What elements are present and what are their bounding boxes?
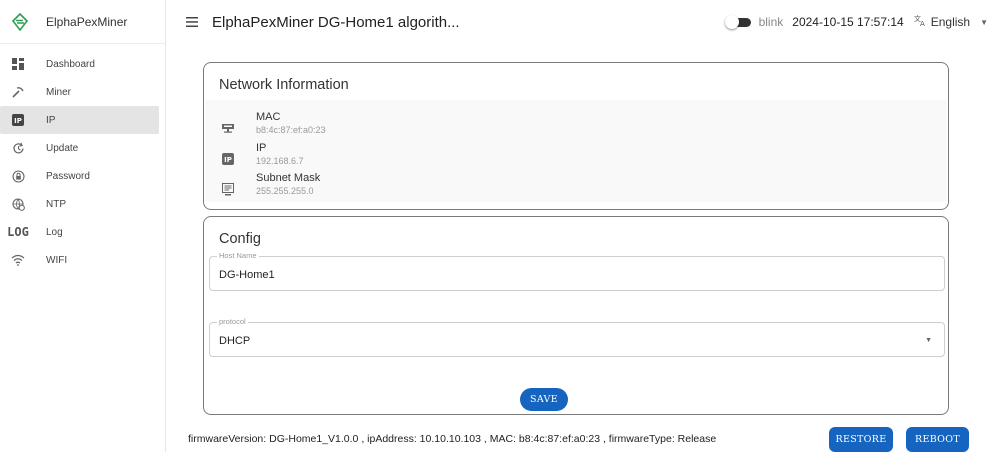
sidebar-item-log[interactable]: LOG Log (0, 218, 159, 246)
sidebar-item-ntp[interactable]: NTP (0, 190, 159, 218)
mac-value: b8:4c:87:ef:a0:23 (256, 125, 326, 135)
svg-text:IP: IP (224, 156, 232, 164)
language-label: English (930, 15, 971, 29)
chevron-down-icon: ▼ (980, 17, 988, 27)
firmware-info: firmwareVersion: DG-Home1_V1.0.0 , ipAdd… (188, 433, 717, 445)
sidebar: ElphaPexMiner Dashboard Miner IP IP Upda… (0, 0, 166, 452)
translate-icon: 文A (914, 14, 928, 30)
logo-icon (10, 12, 30, 32)
sidebar-item-password[interactable]: Password (0, 162, 159, 190)
brand-name: ElphaPexMiner (46, 14, 128, 29)
host-name-label: Host Name (217, 251, 259, 260)
log-icon: LOG (7, 225, 29, 239)
sidebar-item-label: WIFI (46, 254, 68, 266)
datetime: 2024-10-15 17:57:14 (792, 15, 904, 29)
sidebar-item-label: Miner (46, 86, 72, 98)
chevron-down-icon: ▼ (925, 337, 932, 344)
sidebar-nav: Dashboard Miner IP IP Update Password NT… (0, 44, 165, 274)
protocol-select[interactable]: protocol DHCP ▼ (209, 317, 945, 357)
sidebar-item-label: Log (46, 226, 63, 238)
lan-icon (221, 121, 235, 135)
list-item-subnet: Subnet Mask 255.255.255.0 (205, 172, 947, 202)
subnet-label: Subnet Mask (256, 172, 321, 184)
config-card: Config Host Name DG-Home1 protocol DHCP … (203, 216, 949, 415)
sidebar-item-update[interactable]: Update (0, 134, 159, 162)
sidebar-item-wifi[interactable]: WIFI (0, 246, 159, 274)
list-item-mac: MAC b8:4c:87:ef:a0:23 (205, 111, 947, 141)
mac-label: MAC (256, 111, 281, 123)
wifi-icon (10, 252, 26, 268)
page-title: ElphaPexMiner DG-Home1 algorith... (212, 13, 460, 31)
list-item-ip: IP IP 192.168.6.7 (205, 142, 947, 172)
blink-label: blink (758, 15, 784, 29)
subnet-icon (221, 182, 235, 196)
sidebar-item-miner[interactable]: Miner (0, 78, 159, 106)
sidebar-item-label: IP (46, 114, 56, 126)
globe-clock-icon (10, 196, 26, 212)
update-icon (10, 140, 26, 156)
brand[interactable]: ElphaPexMiner (0, 0, 165, 44)
pickaxe-icon (10, 84, 26, 100)
sidebar-item-label: Password (46, 170, 90, 182)
ip-value: 192.168.6.7 (256, 156, 304, 166)
network-information-card: Network Information MAC b8:4c:87:ef:a0:2… (203, 62, 949, 210)
config-card-title: Config (219, 231, 261, 247)
ip-icon: IP (221, 152, 235, 166)
save-button[interactable]: SAVE (520, 388, 568, 411)
sidebar-item-dashboard[interactable]: Dashboard (0, 50, 159, 78)
sidebar-item-label: NTP (46, 198, 66, 210)
host-name-value: DG-Home1 (219, 269, 275, 281)
lock-icon (10, 168, 26, 184)
sidebar-item-label: Dashboard (46, 58, 95, 70)
app-header: ElphaPexMiner DG-Home1 algorith... blink… (166, 0, 990, 44)
svg-text:IP: IP (14, 117, 22, 125)
ip-label: IP (256, 142, 267, 154)
network-info-list: MAC b8:4c:87:ef:a0:23 IP IP 192.168.6.7 … (205, 100, 947, 202)
dashboard-icon (10, 56, 26, 72)
protocol-value: DHCP (219, 335, 251, 347)
subnet-value: 255.255.255.0 (256, 186, 314, 196)
ip-icon: IP (10, 112, 26, 128)
protocol-label: protocol (217, 317, 248, 326)
menu-icon[interactable] (182, 12, 202, 32)
language-selector[interactable]: 文A English ▼ (914, 14, 988, 30)
svg-text:A: A (920, 20, 925, 27)
blink-toggle[interactable] (724, 15, 751, 29)
host-name-field[interactable]: Host Name DG-Home1 (209, 251, 945, 291)
toggle-thumb (724, 15, 739, 29)
reboot-button[interactable]: REBOOT (906, 427, 969, 452)
sidebar-item-label: Update (46, 142, 79, 154)
header-controls: blink 2024-10-15 17:57:14 文A English ▼ (724, 0, 990, 44)
sidebar-item-ip[interactable]: IP IP (0, 106, 159, 134)
network-card-title: Network Information (219, 77, 349, 93)
restore-button[interactable]: RESTORE (829, 427, 893, 452)
